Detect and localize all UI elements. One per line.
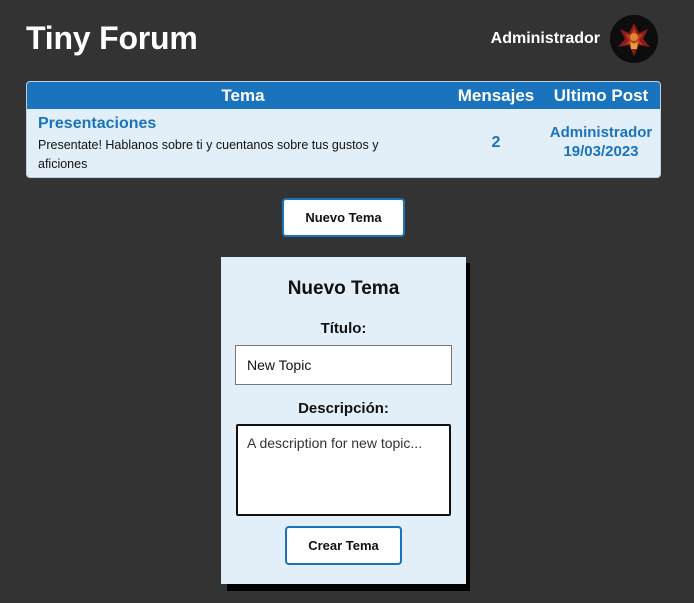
topic-message-count: 2 bbox=[491, 134, 501, 151]
form-title: Nuevo Tema bbox=[287, 278, 400, 299]
topic-description: Presentate! Hablanos sobre ti y cuentano… bbox=[38, 138, 379, 171]
table-header: Tema Mensajes Ultimo Post bbox=[27, 82, 660, 109]
user-name[interactable]: Administrador bbox=[491, 30, 600, 48]
create-topic-button[interactable]: Crear Tema bbox=[285, 526, 402, 565]
title-label: Título: bbox=[320, 320, 367, 337]
column-header-topic: Tema bbox=[221, 86, 265, 105]
site-title[interactable]: Tiny Forum bbox=[26, 20, 198, 57]
new-topic-button[interactable]: Nuevo Tema bbox=[282, 198, 405, 237]
forum-topics-table: Tema Mensajes Ultimo Post Presentaciones… bbox=[26, 81, 661, 178]
user-avatar-icon[interactable] bbox=[610, 15, 658, 63]
topic-last-post: Administrador 19/03/2023 bbox=[541, 123, 660, 161]
last-post-user[interactable]: Administrador bbox=[541, 123, 660, 142]
site-header: Tiny Forum Administrador bbox=[26, 15, 658, 68]
description-textarea[interactable] bbox=[236, 424, 451, 516]
table-row: Presentaciones Presentate! Hablanos sobr… bbox=[27, 109, 660, 177]
new-topic-form: Nuevo Tema Título: Descripción: Crear Te… bbox=[221, 257, 466, 584]
column-header-messages: Mensajes bbox=[457, 86, 535, 105]
column-header-last-post: Ultimo Post bbox=[553, 86, 649, 105]
description-label: Descripción: bbox=[298, 400, 389, 417]
last-post-date: 19/03/2023 bbox=[563, 143, 639, 160]
topic-title-link[interactable]: Presentaciones bbox=[38, 115, 156, 133]
title-input[interactable] bbox=[235, 345, 452, 385]
